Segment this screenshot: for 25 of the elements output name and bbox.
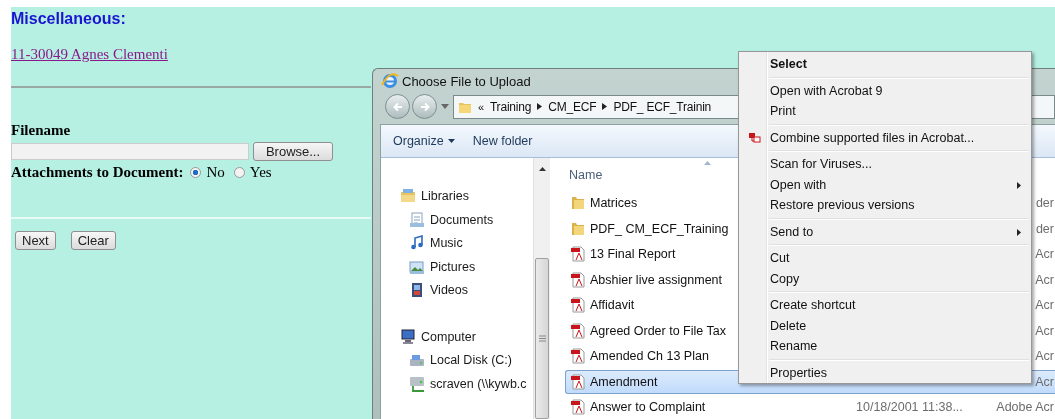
- radio-label: No: [206, 164, 225, 181]
- radio-label: Yes: [249, 164, 272, 181]
- file-type: Acr: [1035, 323, 1054, 338]
- file-type: Acr: [1035, 374, 1054, 389]
- file-type: Acr: [1035, 247, 1054, 261]
- file-name: 13 Final Report: [590, 247, 676, 261]
- file-type: der: [1035, 221, 1054, 236]
- file-type: Acr: [1035, 349, 1054, 363]
- file-name: Abshier live assignment: [590, 272, 722, 287]
- file-name: Affidavit: [590, 298, 635, 312]
- window-title: Choose File to Upload: [402, 73, 531, 89]
- file-type: Adobe Acr: [996, 400, 1054, 414]
- attachments-label: Attachments to Document:: [11, 164, 184, 181]
- file-type: Acr: [1035, 272, 1054, 287]
- file-name: Matrices: [590, 196, 638, 210]
- file-type: Acr: [1035, 298, 1054, 312]
- file-name: Amendment: [590, 374, 658, 389]
- filename-label: Filename: [11, 122, 71, 139]
- file-name: PDF_ CM_ECF_Training: [590, 221, 729, 236]
- file-name: Amended Ch 13 Plan: [590, 349, 709, 363]
- file-name: Agreed Order to File Tax: [590, 323, 726, 338]
- file-type: der: [1035, 196, 1054, 210]
- file-date: 10/18/2001 11:38...: [856, 400, 963, 414]
- section-heading: Miscellaneous:: [11, 10, 127, 28]
- file-name: Answer to Complaint: [590, 400, 706, 414]
